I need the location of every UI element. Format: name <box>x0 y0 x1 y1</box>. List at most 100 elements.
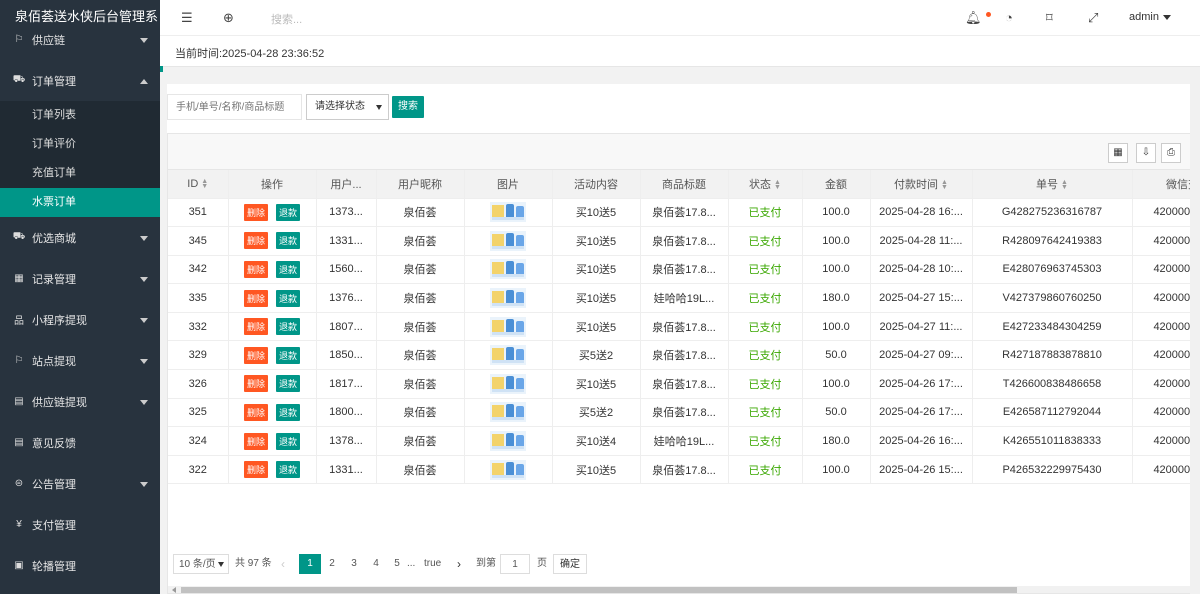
page-last[interactable]: true <box>424 554 441 574</box>
cell-image[interactable] <box>464 312 553 342</box>
print-icon[interactable]: ⎙ <box>1161 143 1181 163</box>
sidebar-item-carousel[interactable]: ▣ 轮播管理 <box>0 545 160 586</box>
cell-actions: 删除 退款 <box>228 226 317 256</box>
refund-button[interactable]: 退款 <box>276 432 301 450</box>
delete-button[interactable]: 删除 <box>243 432 268 450</box>
goto-confirm-button[interactable]: 确定 <box>553 554 587 574</box>
status-select[interactable]: 请选择状态 <box>306 94 389 120</box>
refund-button[interactable]: 退款 <box>276 375 301 393</box>
delete-button[interactable]: 删除 <box>243 260 268 278</box>
refund-button[interactable]: 退款 <box>276 403 301 421</box>
scroll-left-icon[interactable] <box>172 587 176 593</box>
user-menu[interactable]: admin <box>1129 11 1171 23</box>
sidebar-item-records[interactable]: ▦ 记录管理 <box>0 258 160 299</box>
delete-button[interactable]: 删除 <box>243 346 268 364</box>
delete-button[interactable]: 删除 <box>243 375 268 393</box>
sidebar-item-mall[interactable]: ⛟ 优选商城 <box>0 217 160 258</box>
cell-activity: 买10送5 <box>552 312 641 342</box>
refund-button[interactable]: 退款 <box>276 203 301 221</box>
delete-button[interactable]: 删除 <box>243 318 268 336</box>
fullscreen-icon[interactable]: ⤢ <box>1088 10 1098 26</box>
cell-phone: 1807... <box>316 312 377 342</box>
page-2[interactable]: 2 <box>321 554 343 574</box>
globe-icon[interactable]: ⊕ <box>223 10 234 26</box>
delete-button[interactable]: 删除 <box>243 403 268 421</box>
page-1[interactable]: 1 <box>299 554 321 574</box>
table-toolbar: ▦ ⇩ ⎙ <box>168 134 1199 170</box>
cell-image[interactable] <box>464 226 553 256</box>
product-image <box>490 288 526 309</box>
tag-icon[interactable]: ⌑ <box>1046 10 1053 26</box>
cell-order-no: R428097642419383 <box>972 226 1133 256</box>
notification-dot <box>986 12 991 17</box>
search-button[interactable]: 搜索 <box>392 96 424 118</box>
export-icon[interactable]: ⇩ <box>1136 143 1156 163</box>
page-size-select[interactable]: 10 条/页 <box>173 554 229 574</box>
sidebar-item-label: 小程序提现 <box>32 314 87 327</box>
table-row: 332 删除 退款 1807... 泉佰荟 买10送5 泉佰荟17.8... 已支付 100.0… <box>168 312 1199 342</box>
keyword-input[interactable] <box>167 94 302 120</box>
sidebar-subitem-water-ticket-orders[interactable]: 水票订单 <box>0 188 160 217</box>
sidebar-item-payment[interactable]: ¥ 支付管理 <box>0 504 160 545</box>
vertical-scrollbar[interactable] <box>1190 67 1200 594</box>
cell-image[interactable] <box>464 283 553 313</box>
cell-image[interactable] <box>464 340 553 371</box>
sidebar-subitem-order-review[interactable]: 订单评价 <box>0 130 160 159</box>
sidebar-item-supply-withdraw[interactable]: ▤ 供应链提现 <box>0 381 160 422</box>
delete-button[interactable]: 删除 <box>243 203 268 221</box>
cell-actions: 删除 退款 <box>228 426 317 456</box>
delete-button[interactable]: 删除 <box>243 232 268 250</box>
col-order-no[interactable]: 单号 ▲ ▼ <box>972 170 1133 199</box>
scroll-thumb[interactable] <box>181 587 1017 593</box>
goto-page-input[interactable]: 1 <box>500 554 530 574</box>
cell-activity: 买5送2 <box>552 398 641 428</box>
sidebar-subitem-order-list[interactable]: 订单列表 <box>0 101 160 130</box>
sort-icon: ▲ ▼ <box>201 177 209 190</box>
cell-image[interactable] <box>464 369 553 399</box>
cell-image[interactable] <box>464 255 553 285</box>
doc-icon: ▤ <box>14 437 24 448</box>
sitemap-icon: 品 <box>14 316 24 327</box>
columns-icon[interactable]: ▦ <box>1108 143 1128 163</box>
sidebar-item-feedback[interactable]: ▤ 意见反馈 <box>0 422 160 463</box>
delete-button[interactable]: 删除 <box>243 461 268 479</box>
cell-image[interactable] <box>464 198 553 228</box>
page-3[interactable]: 3 <box>343 554 365 574</box>
sort-icon: ▲ ▼ <box>941 178 948 191</box>
table-header-row: ID ▲ ▼ 操作 用户... 用户昵称 图片 活动内容 商品标题 状态 ▲ ▼ 金额 … <box>168 170 1199 199</box>
sidebar-item-miniapp-withdraw[interactable]: 品 小程序提现 <box>0 299 160 340</box>
delete-button[interactable]: 删除 <box>243 289 268 307</box>
next-page-icon[interactable]: › <box>457 554 461 574</box>
refund-button[interactable]: 退款 <box>276 318 301 336</box>
prev-page-icon[interactable]: ‹ <box>281 554 285 574</box>
refund-button[interactable]: 退款 <box>276 232 301 250</box>
col-pay-time[interactable]: 付款时间 ▲ ▼ <box>870 170 973 199</box>
cell-activity: 买10送4 <box>552 426 641 456</box>
cell-phone: 1331... <box>316 455 377 485</box>
sidebar-item-announcements[interactable]: ⊜ 公告管理 <box>0 463 160 504</box>
cell-image[interactable] <box>464 398 553 428</box>
status-select-value: 请选择状态 <box>315 101 365 112</box>
page-4[interactable]: 4 <box>365 554 387 574</box>
col-id[interactable]: ID ▲ ▼ <box>168 170 229 199</box>
cell-status: 已支付 <box>728 312 803 342</box>
bell-icon[interactable]: 🔔︎ <box>965 10 982 26</box>
refund-button[interactable]: 退款 <box>276 346 301 364</box>
refund-button[interactable]: 退款 <box>276 289 301 307</box>
horizontal-scrollbar[interactable] <box>168 586 1199 593</box>
sidebar-subitem-recharge-orders[interactable]: 充值订单 <box>0 159 160 188</box>
menu-fold-icon[interactable]: ☰ <box>181 10 193 26</box>
page-5[interactable]: 5 <box>386 554 408 574</box>
sidebar-item-order-management[interactable]: ⛟ 订单管理 <box>0 60 160 101</box>
cell-image[interactable] <box>464 455 553 485</box>
refund-button[interactable]: 退款 <box>276 260 301 278</box>
dashboard-icon[interactable]: ◔ <box>1005 10 1013 25</box>
cell-nickname: 泉佰荟 <box>376 426 465 456</box>
cell-image[interactable] <box>464 426 553 456</box>
refund-button[interactable]: 退款 <box>276 461 301 479</box>
cell-id: 342 <box>168 255 229 285</box>
sidebar-item-station-withdraw[interactable]: ⚐ 站点提现 <box>0 340 160 381</box>
header-search-input[interactable]: 搜索... <box>271 11 302 27</box>
chevron-down-icon <box>140 358 148 364</box>
col-status[interactable]: 状态 ▲ ▼ <box>728 170 803 199</box>
